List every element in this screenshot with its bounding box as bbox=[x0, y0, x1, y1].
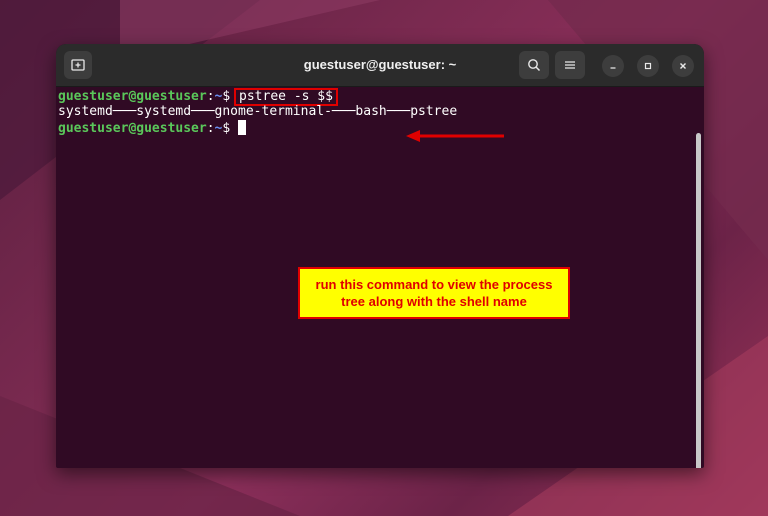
search-button[interactable] bbox=[519, 51, 549, 79]
annotation-callout: run this command to view the process tre… bbox=[298, 267, 570, 319]
terminal-output[interactable]: guestuser@guestuser:~$ pstree -s $$ syst… bbox=[56, 87, 704, 468]
prompt-user: guestuser@guestuser bbox=[58, 89, 207, 104]
maximize-icon bbox=[644, 62, 652, 70]
minimize-button[interactable] bbox=[602, 55, 624, 77]
close-icon bbox=[680, 63, 686, 69]
annotation-arrow bbox=[406, 130, 504, 142]
terminal-line-output: systemd───systemd───gnome-terminal-───ba… bbox=[58, 104, 458, 119]
prompt-separator: : bbox=[206, 121, 215, 136]
scrollbar[interactable] bbox=[696, 133, 701, 468]
terminal-line-prompt: guestuser@guestuser:~$ bbox=[58, 120, 247, 137]
hamburger-menu-icon bbox=[565, 61, 575, 69]
prompt-separator: : bbox=[206, 89, 215, 104]
minimize-icon bbox=[610, 67, 616, 69]
text-cursor bbox=[238, 120, 247, 135]
terminal-window[interactable]: guestuser@guestuser: ~ guestuser@guestus… bbox=[56, 44, 704, 468]
close-button[interactable] bbox=[672, 55, 694, 77]
title-bar[interactable]: guestuser@guestuser: ~ bbox=[56, 44, 704, 87]
prompt-symbol: $ bbox=[222, 121, 239, 136]
search-icon bbox=[528, 59, 541, 72]
maximize-button[interactable] bbox=[637, 55, 659, 77]
prompt-user: guestuser@guestuser bbox=[58, 121, 207, 136]
menu-button[interactable] bbox=[555, 51, 585, 79]
